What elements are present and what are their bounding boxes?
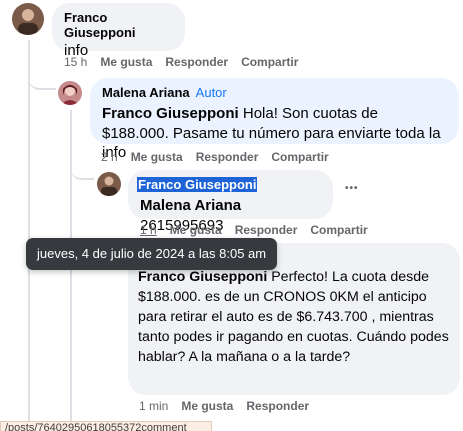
mention-link[interactable]: Malena Ariana	[140, 197, 241, 214]
avatar[interactable]	[58, 81, 82, 105]
comment-author[interactable]: Franco Giusepponi	[64, 10, 173, 40]
status-url: /posts/76402950618055372comment	[0, 421, 212, 431]
comment-actions: 1 h Me gusta Responder Compartir	[140, 223, 368, 237]
timestamp-tooltip: jueves, 4 de julio de 2024 a las 8:05 am	[26, 238, 278, 270]
comment-bubble: Malena Ariana Autor Franco Giusepponi Hol…	[90, 78, 459, 161]
reply-button[interactable]: Responder	[165, 55, 228, 69]
mention-link[interactable]: Franco Giusepponi	[102, 105, 239, 122]
comment-time[interactable]: 2 h	[101, 150, 118, 164]
profile-photo	[12, 3, 44, 35]
comment-bubble: Franco Giusepponi info	[52, 3, 185, 59]
share-button[interactable]: Compartir	[241, 55, 298, 69]
more-options-button[interactable]: •••	[345, 183, 359, 194]
mention-link[interactable]: Franco Giusepponi	[138, 269, 267, 285]
like-button[interactable]: Me gusta	[131, 150, 183, 164]
thread-connector	[70, 160, 94, 180]
profile-photo	[58, 81, 82, 105]
comment-time[interactable]: 1 min	[139, 399, 168, 413]
comment-text: Franco Giusepponi Perfecto! La cuota des…	[138, 267, 450, 367]
comment-actions: 1 min Me gusta Responder	[139, 399, 309, 413]
like-button[interactable]: Me gusta	[100, 55, 152, 69]
comment-header: Franco Giusepponi	[137, 176, 321, 194]
thread-connector	[28, 70, 56, 90]
share-button[interactable]: Compartir	[310, 223, 367, 237]
share-button[interactable]: Compartir	[271, 150, 328, 164]
comment-actions: 15 h Me gusta Responder Compartir	[64, 55, 298, 69]
comment-time[interactable]: 15 h	[64, 55, 87, 69]
like-button[interactable]: Me gusta	[170, 223, 222, 237]
comment-author[interactable]: Malena Ariana	[102, 85, 190, 100]
comment-author[interactable]: Franco Giusepponi	[137, 177, 258, 192]
reply-button[interactable]: Responder	[235, 223, 298, 237]
thread-line	[28, 40, 30, 431]
avatar[interactable]	[12, 3, 44, 35]
like-button[interactable]: Me gusta	[181, 399, 233, 413]
profile-photo	[97, 172, 121, 196]
comment-actions: 2 h Me gusta Responder Compartir	[101, 150, 329, 164]
reply-button[interactable]: Responder	[246, 399, 309, 413]
reply-button[interactable]: Responder	[196, 150, 259, 164]
thread-line	[70, 110, 72, 431]
comment-time[interactable]: 1 h	[140, 223, 157, 237]
avatar[interactable]	[97, 172, 121, 196]
author-badge: Autor	[195, 85, 227, 100]
comment-header: Malena Ariana Autor	[102, 84, 447, 102]
comment-bubble: Franco Giusepponi Malena Ariana 26159956…	[128, 170, 333, 234]
